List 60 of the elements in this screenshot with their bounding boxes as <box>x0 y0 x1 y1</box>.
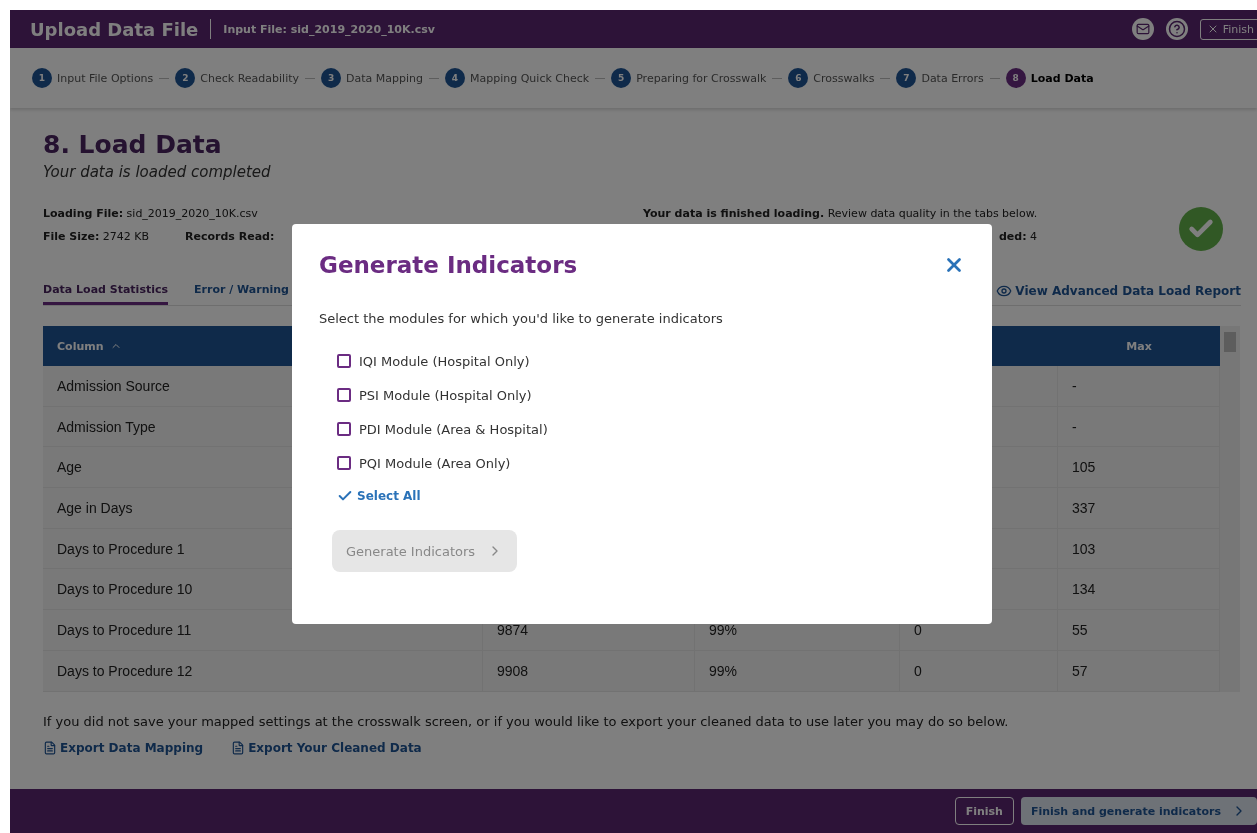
wizard-step[interactable]: 6 Crosswalks <box>788 68 875 88</box>
step-number-badge: 1 <box>32 68 52 88</box>
eye-icon <box>996 283 1013 299</box>
footer-button[interactable]: Finish <box>954 797 1014 825</box>
file-size-info: File Size: 2742 KB <box>43 230 150 243</box>
wizard-step[interactable]: 3 Data Mapping <box>321 68 423 88</box>
step-number-badge: 6 <box>788 68 809 88</box>
records-read-info: Records Read: <box>185 230 275 243</box>
step-number-badge: 2 <box>175 68 196 88</box>
help-icon[interactable] <box>1165 18 1188 40</box>
table-cell: Days to Procedure 12 <box>43 650 483 692</box>
export-note: If you did not save your mapped settings at the crosswalk screen, or if you would like to export your cleaned data to use later you may do so below. <box>43 713 1010 729</box>
checkbox[interactable] <box>337 354 351 368</box>
table-cell: 105 <box>1058 447 1220 489</box>
table-cell: 57 <box>1058 650 1220 692</box>
footer-button[interactable]: Finish and generate indicators <box>1020 797 1257 825</box>
scrollbar[interactable] <box>1220 326 1240 692</box>
input-file-label: Input File: sid_2019_2020_10K.csv <box>223 22 436 36</box>
wizard-step[interactable]: 8 Load Data <box>1005 68 1094 88</box>
modal-description: Select the modules for which you'd like to generate indicators <box>319 311 724 326</box>
checkbox[interactable] <box>337 422 351 436</box>
page-subtitle: Your data is loaded completed <box>43 163 272 181</box>
step-number-badge: 7 <box>896 68 917 88</box>
export-link[interactable]: Export Data Mapping <box>43 740 204 755</box>
mail-icon[interactable] <box>1131 18 1154 40</box>
wizard-step[interactable]: 1 Input File Options <box>32 68 154 88</box>
loading-file-info: Loading File: sid_2019_2020_10K.csv <box>43 207 259 220</box>
tab[interactable]: Error / Warning <box>194 283 289 305</box>
table-cell: - <box>1058 366 1220 407</box>
table-cell: 9908 <box>483 650 695 692</box>
table-cell: 99% <box>695 650 900 692</box>
tab[interactable]: Data Load Statistics <box>43 283 169 305</box>
table-cell: 134 <box>1058 569 1220 611</box>
column-header[interactable]: Max <box>1058 326 1220 366</box>
status-count: ded: 4 <box>999 230 1038 243</box>
export-link[interactable]: Export Your Cleaned Data <box>231 740 422 755</box>
status-message: Your data is finished loading. Review data quality in the tabs below. <box>643 207 1039 220</box>
advanced-report-link[interactable]: View Advanced Data Load Report <box>996 283 1241 305</box>
step-number-badge: 3 <box>321 68 342 88</box>
wizard-step[interactable]: 7 Data Errors <box>896 68 984 88</box>
checkbox[interactable] <box>337 388 351 402</box>
table-cell: 103 <box>1058 528 1220 570</box>
table-cell: 337 <box>1058 488 1220 529</box>
modal-title: Generate Indicators <box>319 252 578 278</box>
success-check-icon <box>1179 207 1223 251</box>
table-cell: - <box>1058 406 1220 448</box>
table-cell: 0 <box>900 650 1058 692</box>
document-icon <box>43 740 57 755</box>
wizard-step[interactable]: 4 Mapping Quick Check <box>445 68 590 88</box>
wizard-step[interactable]: 5 Preparing for Crosswalk <box>611 68 767 88</box>
wizard-step[interactable]: 2 Check Readability <box>175 68 300 88</box>
step-number-badge: 4 <box>445 68 465 88</box>
table-cell: 55 <box>1058 610 1220 651</box>
step-number-badge: 5 <box>611 68 632 88</box>
document-icon <box>231 740 246 755</box>
page-title: 8. Load Data <box>43 130 223 159</box>
app-title: Upload Data File <box>30 18 199 40</box>
step-number-badge: 8 <box>1005 68 1026 88</box>
checkbox[interactable] <box>337 456 351 470</box>
finish-button[interactable]: Finish <box>1199 18 1257 40</box>
